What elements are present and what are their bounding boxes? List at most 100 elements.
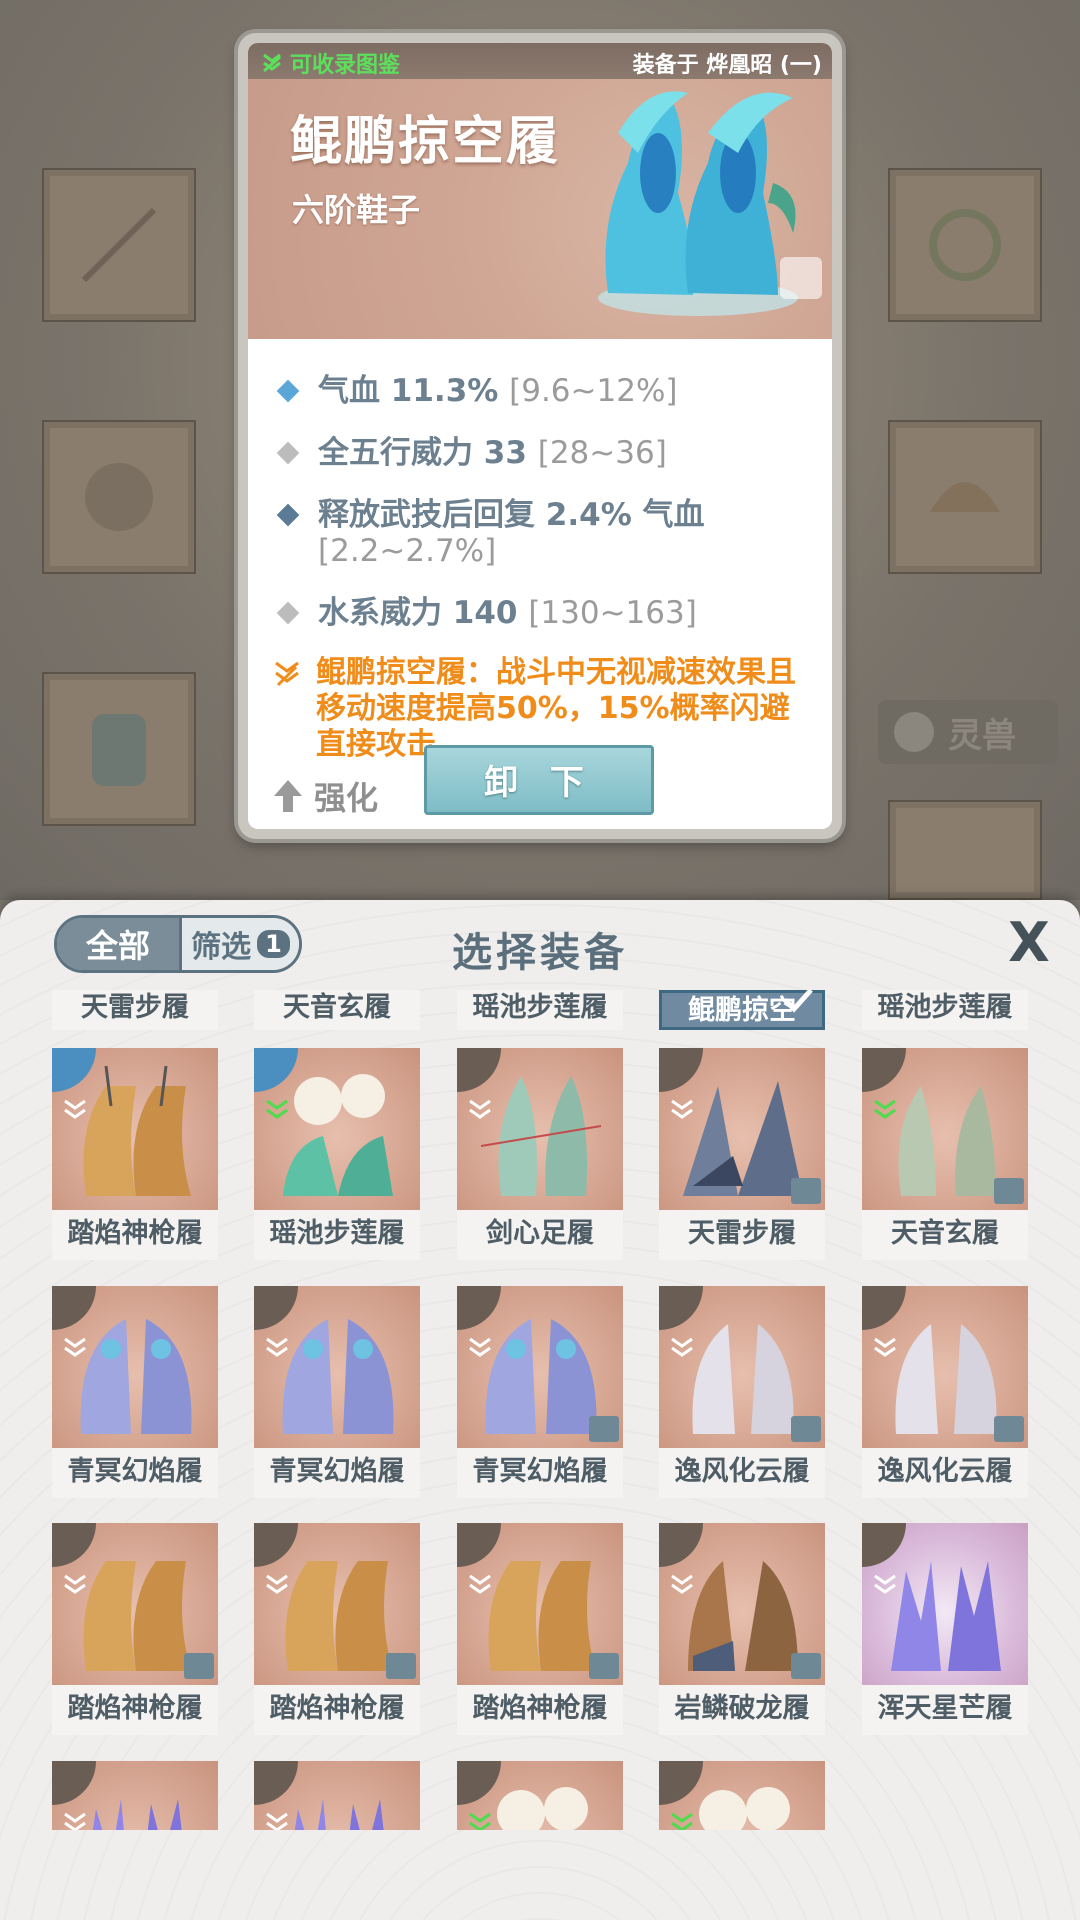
equipment-select-panel: 全部 筛选 1 选择装备 X 天雷步履 天音玄履 瑶池步莲履 鲲鹏掠空 瑶池步莲… — [0, 900, 1080, 1920]
checkmark-icon — [783, 990, 813, 1013]
equipment-name: 踏焰神枪履 — [52, 1210, 218, 1260]
equipment-card[interactable]: 天雷步履 — [659, 1048, 825, 1260]
equipment-card[interactable]: 青冥幻焰履 — [457, 1286, 623, 1498]
boots-art — [283, 1074, 393, 1196]
equipment-name: 天音玄履 — [254, 990, 420, 1030]
lock-icon — [184, 1653, 214, 1679]
lock-icon — [386, 1653, 416, 1679]
enhance-label: 强化 — [314, 779, 379, 817]
equipment-card[interactable]: 岩鳞破龙履 — [659, 1523, 825, 1735]
codex-icon — [671, 1337, 693, 1357]
stat-range: [2.2~2.7%] — [318, 533, 497, 569]
diamond-icon — [276, 441, 300, 465]
equipment-name: 踏焰神枪履 — [52, 1685, 218, 1735]
equipment-card[interactable]: 青冥幻焰履 — [52, 1286, 218, 1498]
item-header: 可收录图鉴 装备于 烨凰昭 (一) 鲲鹏掠空履 六阶鞋子 — [248, 43, 832, 339]
equipment-card[interactable]: 踏焰神枪履 — [457, 1523, 623, 1735]
codex-icon — [64, 1099, 86, 1119]
equipment-card[interactable]: 瑶池步莲履 — [862, 990, 1028, 1030]
stat-text: 气血 11.3% — [318, 373, 499, 409]
item-detail-card: 可收录图鉴 装备于 烨凰昭 (一) 鲲鹏掠空履 六阶鞋子 气血 11.3% [9… — [238, 33, 842, 839]
boots-art — [282, 1319, 394, 1434]
stat-text: 释放武技后回复 2.4% 气血 — [318, 497, 705, 533]
diamond-icon — [276, 601, 300, 625]
lock-icon — [589, 1653, 619, 1679]
equipment-card[interactable]: 踏焰神枪履 — [52, 1048, 218, 1260]
bg-boots-slot — [42, 672, 196, 826]
equipment-card[interactable]: 踏焰神枪履 — [52, 1523, 218, 1735]
boots-art — [891, 1561, 1001, 1671]
bg-extra-slot — [888, 800, 1042, 900]
boots-art — [80, 1319, 192, 1434]
equipment-card[interactable]: 天音玄履 — [862, 1048, 1028, 1260]
stat-range: [130~163] — [528, 595, 697, 631]
stat-row: 释放武技后回复 2.4% 气血 [2.2~2.7%] — [272, 497, 822, 569]
equipment-name: 青冥幻焰履 — [52, 1448, 218, 1498]
stat-text: 全五行威力 33 — [318, 435, 527, 471]
stat-range: [28~36] — [537, 435, 667, 471]
bg-pet-label: 灵兽 — [948, 715, 1016, 756]
bg-pet-tag: 灵兽 — [878, 700, 1058, 764]
lock-icon — [994, 1178, 1024, 1204]
diamond-icon — [276, 503, 300, 527]
equipment-card-selected[interactable]: 鲲鹏掠空 — [659, 990, 825, 1030]
equipment-card[interactable]: 天音玄履 — [254, 990, 420, 1030]
codex-icon — [266, 1337, 288, 1357]
equipment-card[interactable]: 青冥幻焰履 — [254, 1286, 420, 1498]
equipment-card[interactable]: 天雷步履 — [52, 990, 218, 1030]
equipment-card[interactable] — [254, 1761, 420, 1830]
collect-badge[interactable]: 可收录图鉴 — [260, 47, 400, 79]
equipment-name: 瑶池步莲履 — [254, 1210, 420, 1260]
item-grade: 六阶鞋子 — [292, 191, 421, 229]
stat-range: [9.6~12%] — [509, 373, 678, 409]
equipment-card[interactable] — [457, 1761, 623, 1830]
equipment-grid: 天雷步履 天音玄履 瑶池步莲履 鲲鹏掠空 瑶池步莲履 踏焰神枪履 瑶池步莲履 剑… — [0, 990, 1080, 1830]
equipment-card[interactable]: 浑天星芒履 — [862, 1523, 1028, 1735]
equipment-name: 瑶池步莲履 — [862, 990, 1028, 1030]
equipment-card[interactable]: 逸风化云履 — [862, 1286, 1028, 1498]
arrow-up-icon — [274, 780, 302, 812]
stat-row: 全五行威力 33 [28~36] — [272, 435, 822, 471]
bg-armor-slot — [42, 420, 196, 574]
bg-weapon-slot — [42, 168, 196, 322]
lock-icon — [791, 1416, 821, 1442]
codex-icon — [469, 1099, 491, 1119]
enhance-button[interactable]: 强化 — [272, 773, 378, 819]
equipment-card[interactable]: 逸风化云履 — [659, 1286, 825, 1498]
lock-icon — [994, 1416, 1024, 1442]
equipment-name: 天雷步履 — [52, 990, 218, 1030]
codex-icon — [469, 1812, 491, 1830]
item-name: 鲲鹏掠空履 — [290, 111, 561, 172]
equipment-name: 青冥幻焰履 — [254, 1448, 420, 1498]
bg-amulet-slot — [888, 420, 1042, 574]
codex-icon — [64, 1574, 86, 1594]
lock-icon[interactable] — [780, 257, 822, 299]
equipment-card[interactable]: 瑶池步莲履 — [457, 990, 623, 1030]
equipment-name: 逸风化云履 — [862, 1448, 1028, 1498]
codex-icon — [874, 1337, 896, 1357]
unequip-button[interactable]: 卸 下 — [424, 745, 654, 815]
codex-icon — [64, 1337, 86, 1357]
equipment-name: 岩鳞破龙履 — [659, 1685, 825, 1735]
item-detail-body: 可收录图鉴 装备于 烨凰昭 (一) 鲲鹏掠空履 六阶鞋子 气血 11.3% [9… — [248, 43, 832, 829]
equipment-card[interactable]: 踏焰神枪履 — [254, 1523, 420, 1735]
equipment-name: 踏焰神枪履 — [254, 1685, 420, 1735]
codex-icon — [874, 1574, 896, 1594]
panel-title: 选择装备 — [452, 930, 628, 976]
stat-row: 气血 11.3% [9.6~12%] — [272, 373, 822, 409]
diamond-icon — [276, 379, 300, 403]
equipment-name: 瑶池步莲履 — [457, 990, 623, 1030]
set-effect-icon — [275, 661, 299, 687]
equipment-card[interactable] — [659, 1761, 825, 1830]
equipment-card[interactable]: 剑心足履 — [457, 1048, 623, 1260]
codex-icon — [266, 1099, 288, 1119]
lock-icon — [791, 1653, 821, 1679]
equipment-card[interactable] — [52, 1761, 218, 1830]
equipment-card[interactable]: 瑶池步莲履 — [254, 1048, 420, 1260]
equipment-name: 逸风化云履 — [659, 1448, 825, 1498]
equipment-name: 青冥幻焰履 — [457, 1448, 623, 1498]
stat-row: 水系威力 140 [130~163] — [272, 595, 822, 631]
codex-icon — [469, 1574, 491, 1594]
close-button[interactable]: X — [1004, 916, 1054, 970]
codex-icon — [64, 1812, 86, 1830]
